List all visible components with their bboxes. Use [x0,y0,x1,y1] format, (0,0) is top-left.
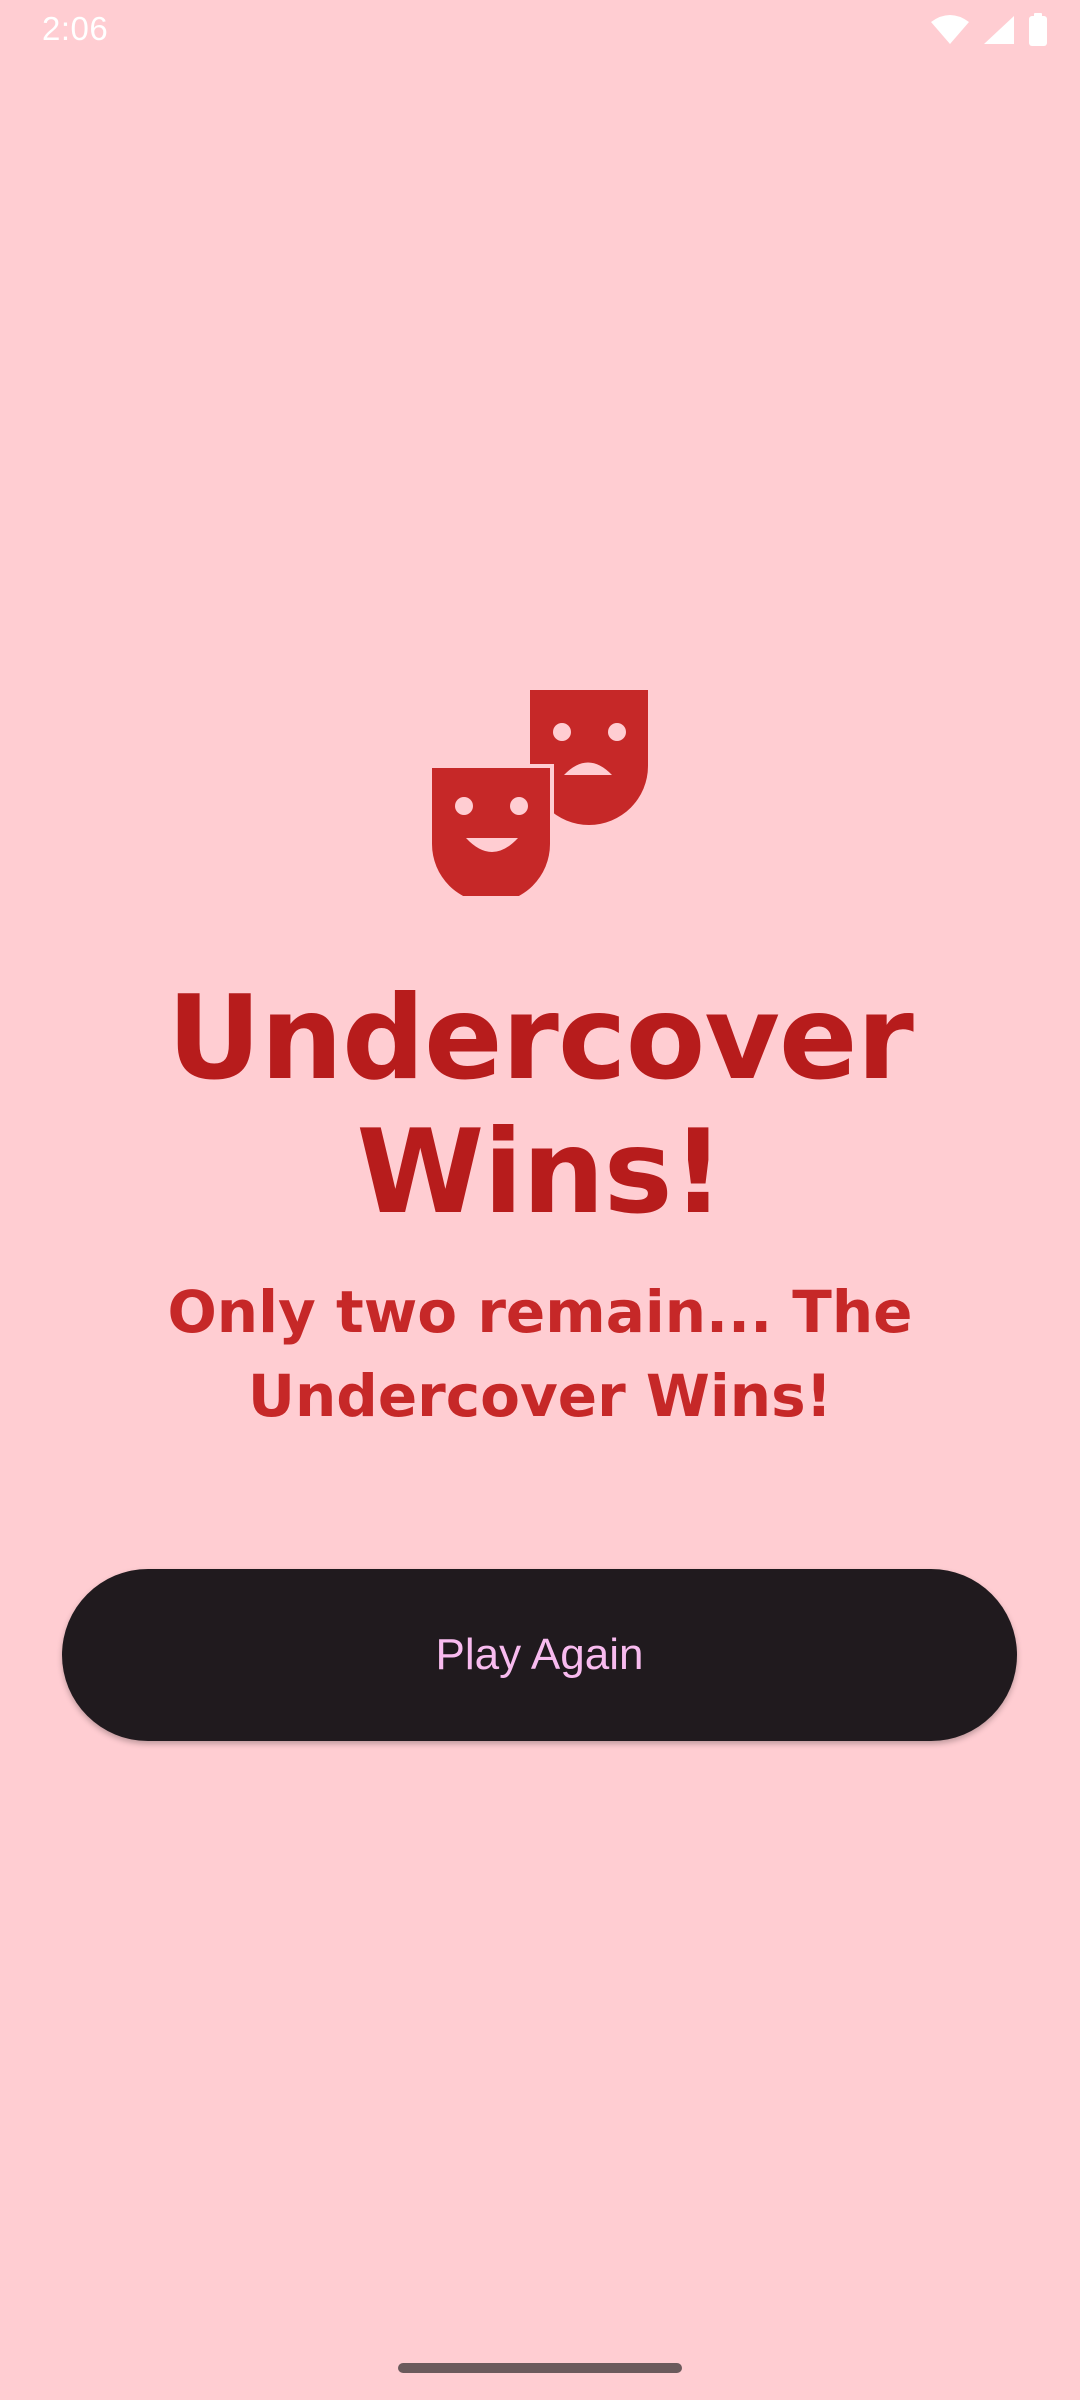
status-time: 2:06 [42,10,109,47]
battery-icon [1028,13,1048,51]
cellular-signal-icon [982,14,1016,50]
result-title: Undercover Wins! [167,971,914,1240]
play-again-button[interactable]: Play Again [62,1569,1017,1741]
home-indicator[interactable] [398,2363,682,2373]
theater-masks-icon [428,686,652,907]
result-subtitle: Only two remain... The Undercover Wins! [167,1278,913,1430]
status-icons [930,12,1048,52]
status-bar: 2:06 [0,0,1080,64]
wifi-icon [930,14,970,50]
